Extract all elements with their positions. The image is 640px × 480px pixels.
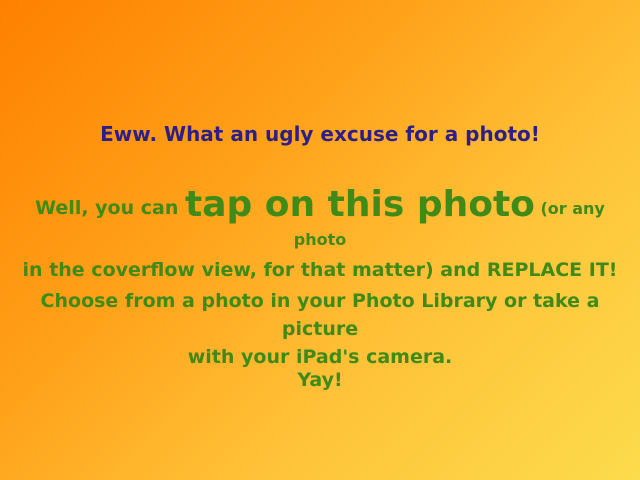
tap-emphasis-text: tap on this photo — [184, 184, 535, 225]
photo-placeholder-slide[interactable]: Eww. What an ugly excuse for a photo! We… — [0, 0, 640, 480]
headline: Eww. What an ugly excuse for a photo! — [100, 122, 540, 146]
tap-instructions-line-1: Well, you can tap on this photo (or any … — [10, 187, 630, 255]
tap-instructions: Well, you can tap on this photo (or any … — [10, 187, 630, 285]
tap-instructions-line-2: in the coverflow view, for that matter) … — [22, 259, 618, 281]
choose-line-1: Choose from a photo in your Photo Librar… — [40, 290, 600, 340]
choose-instructions: Choose from a photo in your Photo Librar… — [10, 287, 630, 371]
tap-lead-text: Well, you can — [35, 197, 185, 219]
yay-text: Yay! — [297, 369, 343, 391]
